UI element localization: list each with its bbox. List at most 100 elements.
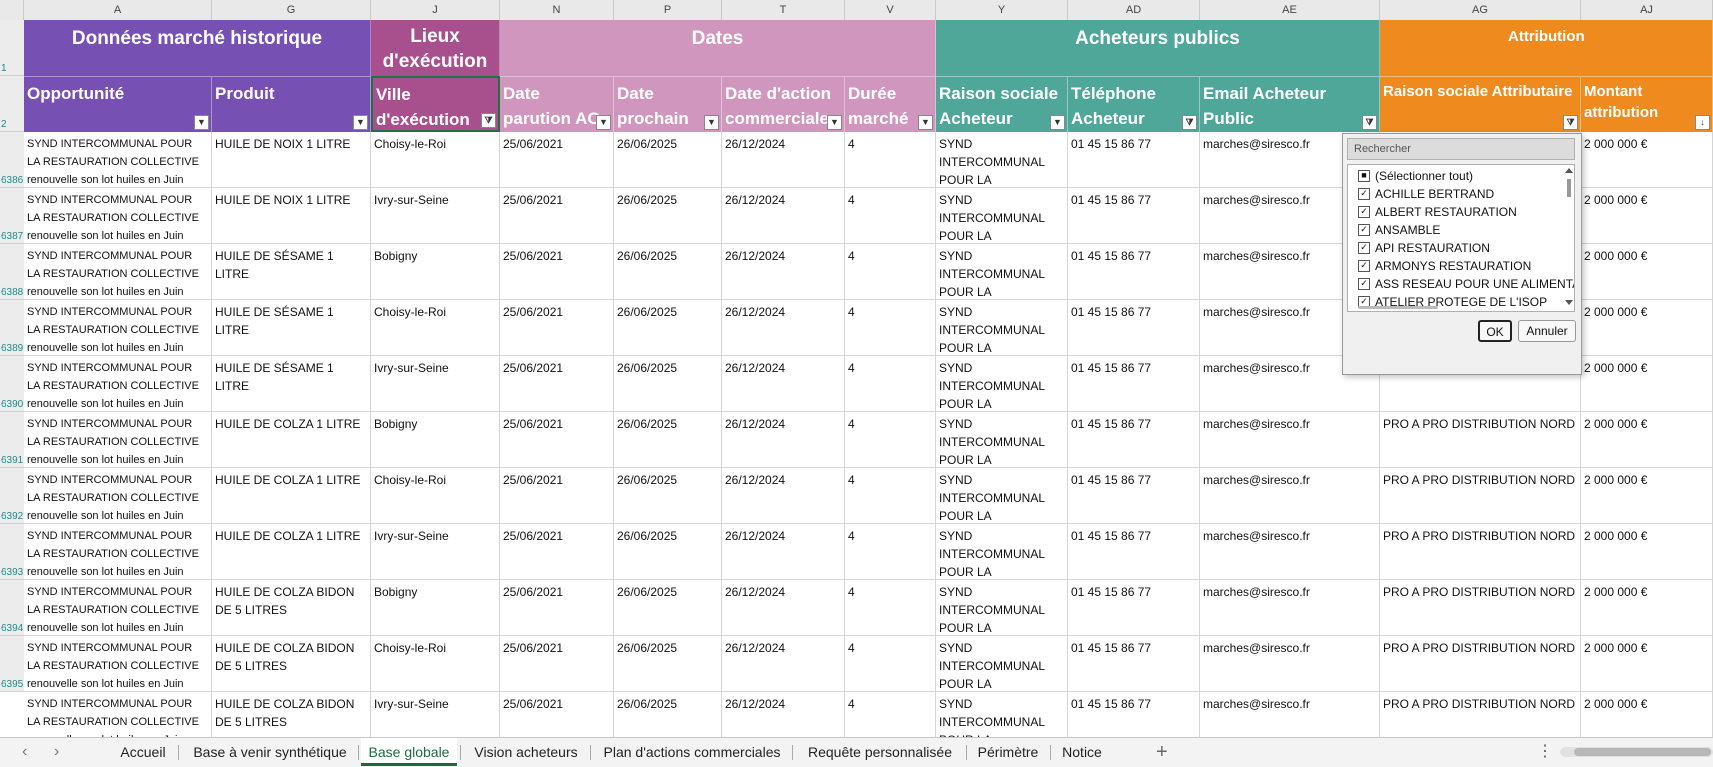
cell-duree[interactable]: 4 <box>845 524 936 580</box>
tab-accueil[interactable]: Accueil <box>110 738 176 766</box>
cell-attributaire[interactable]: PRO A PRO DISTRIBUTION NORD <box>1380 412 1581 468</box>
cell-opportunite[interactable]: SYND INTERCOMMUNAL POUR LA RESTAURATION … <box>24 132 212 188</box>
cell-attributaire[interactable]: PRO A PRO DISTRIBUTION NORD <box>1380 636 1581 692</box>
filter-active-attributaire[interactable]: ⧩ <box>1563 115 1578 130</box>
cell-ville[interactable]: Choisy-le-Roi <box>371 300 500 356</box>
checkbox-checked-icon[interactable]: ✓ <box>1358 277 1370 290</box>
cell-ville[interactable]: Bobigny <box>371 412 500 468</box>
filter-search-input[interactable]: Rechercher <box>1347 138 1575 160</box>
cell-ville[interactable]: Ivry-sur-Seine <box>371 188 500 244</box>
cell-tel[interactable]: 01 45 15 86 77 <box>1068 468 1200 524</box>
col-header-g[interactable]: G <box>212 0 371 20</box>
cell-parution[interactable]: 25/06/2021 <box>500 524 614 580</box>
filter-item[interactable]: ✓ ACHILLE BERTRAND <box>1358 185 1494 203</box>
chevron-right-icon[interactable]: › <box>54 738 59 766</box>
row-number[interactable]: 6391 <box>0 412 24 468</box>
row-number[interactable]: 6394 <box>0 580 24 636</box>
checkbox-checked-icon[interactable]: ✓ <box>1358 187 1370 200</box>
cell-opportunite[interactable]: SYND INTERCOMMUNAL POUR LA RESTAURATION … <box>24 412 212 468</box>
cell-produit[interactable]: HUILE DE COLZA 1 LITRE <box>212 468 371 524</box>
cell-email[interactable]: marches@siresco.fr <box>1200 412 1380 468</box>
plus-icon[interactable]: + <box>1156 738 1168 766</box>
cell-ville[interactable]: Ivry-sur-Seine <box>371 524 500 580</box>
filter-item[interactable]: ✓ ALBERT RESTAURATION <box>1358 203 1517 221</box>
tab-requete-personnalisee[interactable]: Requête personnalisée <box>800 738 960 766</box>
cell-action[interactable]: 26/12/2024 <box>722 356 845 412</box>
cell-opportunite[interactable]: SYND INTERCOMMUNAL POUR LA RESTAURATION … <box>24 636 212 692</box>
cell-montant[interactable]: 2 000 000 € <box>1581 356 1713 412</box>
cell-produit[interactable]: HUILE DE SÉSAME 1 LITRE <box>212 300 371 356</box>
filter-dropdown-date-parution[interactable]: ▼ <box>596 115 611 130</box>
checkbox-checked-icon[interactable]: ✓ <box>1358 205 1370 218</box>
cell-produit[interactable]: HUILE DE COLZA 1 LITRE <box>212 412 371 468</box>
cell-action[interactable]: 26/12/2024 <box>722 244 845 300</box>
cell-attributaire[interactable]: PRO A PRO DISTRIBUTION NORD <box>1380 692 1581 737</box>
cell-opportunite[interactable]: SYND INTERCOMMUNAL POUR LA RESTAURATION … <box>24 244 212 300</box>
cell-duree[interactable]: 4 <box>845 412 936 468</box>
filter-list-hscroll[interactable] <box>1358 306 1438 309</box>
cell-parution[interactable]: 25/06/2021 <box>500 468 614 524</box>
filter-dropdown-produit[interactable]: ▼ <box>353 115 368 130</box>
cell-parution[interactable]: 25/06/2021 <box>500 132 614 188</box>
cell-prochain[interactable]: 26/06/2025 <box>614 524 722 580</box>
cell-action[interactable]: 26/12/2024 <box>722 468 845 524</box>
cell-acheteur[interactable]: SYND INTERCOMMUNAL POUR LA <box>936 524 1068 580</box>
row-number[interactable]: 6395 <box>0 636 24 692</box>
cell-parution[interactable]: 25/06/2021 <box>500 356 614 412</box>
cell-ville[interactable]: Bobigny <box>371 244 500 300</box>
col-header-a[interactable]: A <box>24 0 212 20</box>
cell-montant[interactable]: 2 000 000 € <box>1581 244 1713 300</box>
cell-parution[interactable]: 25/06/2021 <box>500 636 614 692</box>
col-header-ae[interactable]: AE <box>1200 0 1380 20</box>
cell-tel[interactable]: 01 45 15 86 77 <box>1068 412 1200 468</box>
cell-montant[interactable]: 2 000 000 € <box>1581 412 1713 468</box>
cell-produit[interactable]: HUILE DE COLZA BIDON DE 5 LITRES <box>212 580 371 636</box>
tab-base-globale[interactable]: Base globale <box>361 738 457 766</box>
chevron-left-icon[interactable]: ‹ <box>22 738 27 766</box>
cell-prochain[interactable]: 26/06/2025 <box>614 300 722 356</box>
filter-item[interactable]: ✓ ANSAMBLE <box>1358 221 1440 239</box>
cell-produit[interactable]: HUILE DE COLZA BIDON DE 5 LITRES <box>212 692 371 737</box>
filter-item[interactable]: ✓ ARMONYS RESTAURATION <box>1358 257 1531 275</box>
filter-item[interactable]: ✓ API RESTAURATION <box>1358 239 1490 257</box>
filter-active-email[interactable]: ⧩ <box>1362 115 1377 130</box>
cell-action[interactable]: 26/12/2024 <box>722 524 845 580</box>
scroll-thumb[interactable] <box>1574 748 1711 756</box>
cell-duree[interactable]: 4 <box>845 692 936 737</box>
cell-action[interactable]: 26/12/2024 <box>722 132 845 188</box>
row-number[interactable]: 2 <box>0 76 24 132</box>
cell-email[interactable]: marches@siresco.fr <box>1200 524 1380 580</box>
row-number[interactable]: 6388 <box>0 244 24 300</box>
cell-parution[interactable]: 25/06/2021 <box>500 300 614 356</box>
cell-acheteur[interactable]: SYND INTERCOMMUNAL POUR LA <box>936 300 1068 356</box>
cell-montant[interactable]: 2 000 000 € <box>1581 692 1713 737</box>
cell-tel[interactable]: 01 45 15 86 77 <box>1068 524 1200 580</box>
col-header-ad[interactable]: AD <box>1068 0 1200 20</box>
filter-sort-montant[interactable]: ↓ <box>1695 115 1710 130</box>
cell-montant[interactable]: 2 000 000 € <box>1581 468 1713 524</box>
filter-dropdown-duree[interactable]: ▼ <box>918 115 933 130</box>
cell-ville[interactable]: Choisy-le-Roi <box>371 468 500 524</box>
col-header-aj[interactable]: AJ <box>1581 0 1713 20</box>
row-number[interactable]: 6389 <box>0 300 24 356</box>
filter-item[interactable]: ■ (Sélectionner tout) <box>1358 167 1473 185</box>
row-number[interactable]: 6392 <box>0 468 24 524</box>
row-number[interactable]: 6387 <box>0 188 24 244</box>
cell-email[interactable]: marches@siresco.fr <box>1200 636 1380 692</box>
row-number[interactable]: 6390 <box>0 356 24 412</box>
cell-prochain[interactable]: 26/06/2025 <box>614 468 722 524</box>
cell-acheteur[interactable]: SYND INTERCOMMUNAL POUR LA <box>936 692 1068 737</box>
filter-dropdown-opportunite[interactable]: ▼ <box>194 115 209 130</box>
row-number[interactable]: 1 <box>0 20 24 76</box>
filter-active-telephone[interactable]: ⧩ <box>1182 115 1197 130</box>
cell-acheteur[interactable]: SYND INTERCOMMUNAL POUR LA <box>936 356 1068 412</box>
cell-action[interactable]: 26/12/2024 <box>722 580 845 636</box>
cell-produit[interactable]: HUILE DE SÉSAME 1 LITRE <box>212 356 371 412</box>
cell-montant[interactable]: 2 000 000 € <box>1581 300 1713 356</box>
cell-parution[interactable]: 25/06/2021 <box>500 412 614 468</box>
filter-list-scrollbar[interactable] <box>1565 167 1573 307</box>
cell-parution[interactable]: 25/06/2021 <box>500 692 614 737</box>
col-header-y[interactable]: Y <box>936 0 1068 20</box>
col-header-j[interactable]: J <box>371 0 500 20</box>
cell-attributaire[interactable]: PRO A PRO DISTRIBUTION NORD <box>1380 468 1581 524</box>
